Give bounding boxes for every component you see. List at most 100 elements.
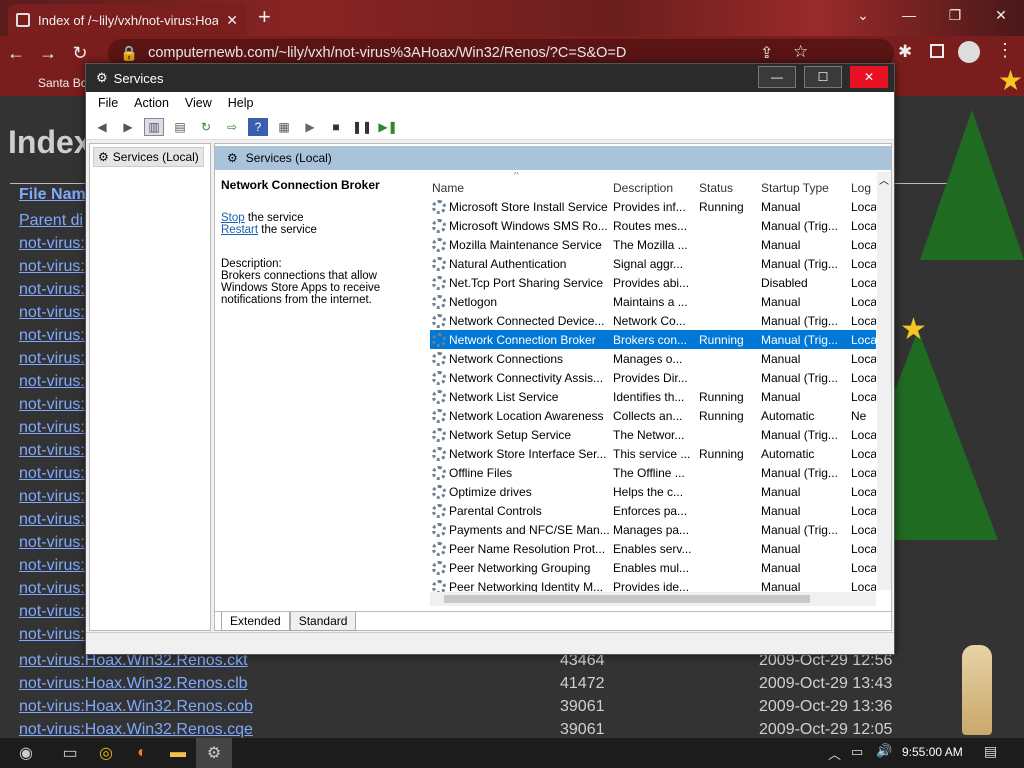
restore-button[interactable]: ❐ [932, 0, 978, 30]
restart-service-link[interactable]: Restart [221, 224, 258, 236]
column-startup-type[interactable]: Startup Type [758, 181, 848, 195]
service-row[interactable]: Optimize drives Helps the c... Manual Loca [430, 482, 876, 501]
bookmark-item[interactable]: Santa Bo [38, 76, 87, 90]
file-link[interactable]: not-virus: [19, 327, 85, 345]
menu-file[interactable]: File [98, 96, 118, 110]
close-button[interactable]: ✕ [978, 0, 1024, 30]
column-name[interactable]: Name [430, 181, 610, 195]
reload-icon[interactable]: ↻ [64, 43, 96, 64]
show-hidden-icons-icon[interactable]: ︿ [828, 744, 841, 763]
sidepanel-icon[interactable] [930, 44, 944, 58]
notifications-icon[interactable]: ▤ [984, 743, 997, 760]
file-link[interactable]: not-virus: [19, 304, 85, 322]
back-arrow-icon[interactable]: ◀ [92, 118, 112, 136]
file-link[interactable]: not-virus: [19, 534, 85, 552]
properties-icon[interactable]: ▤ [170, 118, 190, 136]
column-description[interactable]: Description [610, 181, 696, 195]
network-icon[interactable]: ▭ [851, 744, 863, 760]
menu-icon[interactable]: ⋮ [996, 40, 1014, 61]
menu-help[interactable]: Help [228, 96, 254, 110]
service-row[interactable]: Network Connectivity Assis... Provides Di… [430, 368, 876, 387]
service-row[interactable]: Natural Authentication Signal aggr... Manu… [430, 254, 876, 273]
share-icon[interactable]: ⇪ [760, 43, 773, 63]
services-close-button[interactable]: ✕ [850, 66, 888, 88]
tab-close-icon[interactable]: ✕ [226, 12, 238, 29]
tab-search-icon[interactable]: ⌄ [840, 0, 886, 30]
resume-service-icon[interactable]: ▶❚ [378, 118, 398, 136]
minimize-button[interactable]: — [886, 0, 932, 30]
export-list-icon[interactable]: ⇨ [222, 118, 242, 136]
file-link[interactable]: not-virus: [19, 488, 85, 506]
file-link[interactable]: not-virus:Hoax.Win32.Renos.cqe [19, 721, 253, 739]
pause-service-icon[interactable]: ❚❚ [352, 118, 372, 136]
file-link[interactable]: not-virus: [19, 235, 85, 253]
start-button-icon[interactable]: ◉ [0, 738, 52, 768]
stop-service-link[interactable]: Stop [221, 212, 245, 224]
services-maximize-button[interactable]: ☐ [804, 66, 842, 88]
file-link[interactable]: not-virus: [19, 373, 85, 391]
service-row[interactable]: Microsoft Store Install Service Provides … [430, 197, 876, 216]
file-link[interactable]: not-virus: [19, 396, 85, 414]
task-view-icon[interactable]: ▭ [52, 738, 88, 768]
column-status[interactable]: Status [696, 181, 758, 195]
forward-icon[interactable]: → [32, 43, 64, 64]
services-minimize-button[interactable]: — [758, 66, 796, 88]
scroll-up-icon[interactable]: ︿ [877, 172, 891, 187]
bookmark-star-icon[interactable]: ☆ [793, 42, 808, 62]
file-link[interactable]: not-virus: [19, 626, 85, 644]
file-link[interactable]: not-virus: [19, 442, 85, 460]
horizontal-scroll-thumb[interactable] [444, 595, 810, 603]
file-link[interactable]: not-virus: [19, 580, 85, 598]
column-log-on-as[interactable]: Log [848, 181, 876, 195]
file-link[interactable]: not-virus: [19, 465, 85, 483]
file-link[interactable]: not-virus:Hoax.Win32.Renos.clb [19, 675, 248, 693]
file-link[interactable]: not-virus: [19, 350, 85, 368]
file-link[interactable]: not-virus: [19, 281, 85, 299]
profile-avatar[interactable] [958, 41, 980, 63]
service-row[interactable]: Payments and NFC/SE Man... Manages pa... M… [430, 520, 876, 539]
tab-extended[interactable]: Extended [221, 612, 290, 631]
tab-standard[interactable]: Standard [289, 612, 357, 631]
file-link[interactable]: not-virus: [19, 557, 85, 575]
service-row[interactable]: Parental Controls Enforces pa... Manual Loc… [430, 501, 876, 520]
parent-directory-link[interactable]: Parent di [19, 212, 83, 230]
file-explorer-icon[interactable]: ▬ [160, 738, 196, 768]
service-row[interactable]: Net.Tcp Port Sharing Service Provides abi… [430, 273, 876, 292]
new-tab-icon[interactable]: + [258, 6, 271, 28]
taskbar-clock[interactable]: 9:55:00 AM [902, 745, 963, 759]
extensions-icon[interactable]: ✱ [898, 42, 912, 62]
file-link[interactable]: not-virus: [19, 258, 85, 276]
service-row[interactable]: Netlogon Maintains a ... Manual Loca [430, 292, 876, 311]
start-service-icon[interactable]: ▶ [300, 118, 320, 136]
file-link[interactable]: not-virus: [19, 603, 85, 621]
firefox-icon[interactable]: ◐ [124, 738, 160, 768]
service-row[interactable]: Mozilla Maintenance Service The Mozilla .… [430, 235, 876, 254]
tree-item-services-local[interactable]: ⚙ Services (Local) [93, 147, 204, 167]
service-row[interactable]: Network Store Interface Ser... This servi… [430, 444, 876, 463]
view-icon[interactable]: ▦ [274, 118, 294, 136]
horizontal-scrollbar[interactable] [430, 592, 876, 606]
service-row-selected[interactable]: Network Connection Broker Brokers con... R… [430, 330, 876, 349]
file-link[interactable]: not-virus: [19, 419, 85, 437]
service-row[interactable]: Microsoft Windows SMS Ro... Routes mes...… [430, 216, 876, 235]
forward-arrow-icon[interactable]: ▶ [118, 118, 138, 136]
refresh-icon[interactable]: ↻ [196, 118, 216, 136]
chrome-icon[interactable]: ◎ [88, 738, 124, 768]
help-icon[interactable]: ? [248, 117, 268, 136]
service-row[interactable]: Peer Networking Grouping Enables mul... Ma… [430, 558, 876, 577]
service-row[interactable]: Offline Files The Offline ... Manual (Trig… [430, 463, 876, 482]
service-row[interactable]: Network Connections Manages o... Manual Loc… [430, 349, 876, 368]
vertical-scrollbar[interactable]: ︿ [877, 172, 891, 590]
show-hide-tree-icon[interactable]: ▥ [144, 117, 164, 136]
menu-action[interactable]: Action [134, 96, 169, 110]
service-row[interactable]: Network Location Awareness Collects an...… [430, 406, 876, 425]
back-icon[interactable]: ← [0, 43, 32, 64]
service-row[interactable]: Peer Name Resolution Prot... Enables serv… [430, 539, 876, 558]
service-row[interactable]: Network List Service Identifies th... Runn… [430, 387, 876, 406]
file-link[interactable]: not-virus:Hoax.Win32.Renos.cob [19, 698, 253, 716]
services-taskbar-icon[interactable]: ⚙ [196, 738, 232, 768]
menu-view[interactable]: View [185, 96, 212, 110]
service-row[interactable]: Network Setup Service The Networ... Manual… [430, 425, 876, 444]
service-row[interactable]: Network Connected Device... Network Co...… [430, 311, 876, 330]
stop-service-icon[interactable]: ■ [326, 118, 346, 136]
